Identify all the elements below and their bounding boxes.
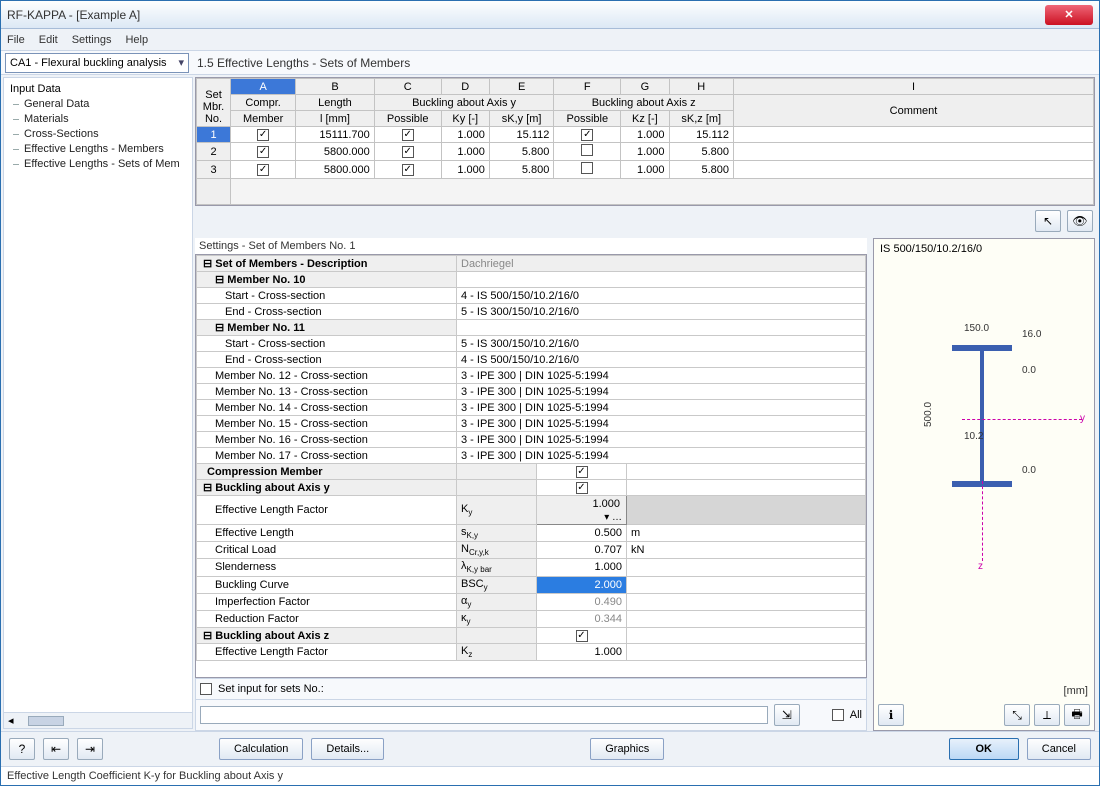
preview-title: IS 500/150/10.2/16/0 xyxy=(874,239,1094,259)
calculation-button[interactable]: Calculation xyxy=(219,738,303,760)
sidebar-scrollbar[interactable]: ◂ xyxy=(4,712,192,728)
export-icon[interactable]: ⇥ xyxy=(77,738,103,760)
col-E[interactable]: E xyxy=(489,79,553,95)
table-row[interactable]: 3 ✓ 5800.000 ✓ 1.000 5.800 1.000 5.800 xyxy=(197,161,1094,179)
close-button[interactable]: ✕ xyxy=(1045,5,1093,25)
titlebar: RF-KAPPA - [Example A] ✕ xyxy=(1,1,1099,29)
apply-sets-icon[interactable]: ⇲ xyxy=(774,704,800,726)
dim-icon[interactable]: ⟂ xyxy=(1034,704,1060,726)
col-G[interactable]: G xyxy=(621,79,669,95)
sidebar: Input Data General Data Materials Cross-… xyxy=(3,77,193,729)
menu-file[interactable]: File xyxy=(7,34,25,46)
tree-root[interactable]: Input Data xyxy=(10,82,186,97)
col-A[interactable]: A xyxy=(231,79,296,95)
footer: ? ⇤ ⇥ Calculation Details... Graphics OK… xyxy=(1,731,1099,766)
tree-item-general[interactable]: General Data xyxy=(10,97,186,112)
tree-item-materials[interactable]: Materials xyxy=(10,112,186,127)
loadcase-select[interactable]: CA1 - Flexural buckling analysis xyxy=(5,53,189,73)
settings-grid[interactable]: ⊟ Set of Members - DescriptionDachriegel… xyxy=(195,254,867,678)
table-row[interactable]: 1 ✓ 15111.700 ✓ 1.000 15.112 ✓ 1.000 15.… xyxy=(197,127,1094,143)
print-icon[interactable]: 🖶 xyxy=(1064,704,1090,726)
menu-settings[interactable]: Settings xyxy=(72,34,112,46)
settings-title: Settings - Set of Members No. 1 xyxy=(195,238,867,254)
col-B[interactable]: B xyxy=(296,79,375,95)
tree-item-eff-sets[interactable]: Effective Lengths - Sets of Mem xyxy=(10,157,186,172)
graphics-button[interactable]: Graphics xyxy=(590,738,664,760)
preview-panel: IS 500/150/10.2/16/0 150.0 16.0 500.0 10… xyxy=(873,238,1095,731)
window-title: RF-KAPPA - [Example A] xyxy=(7,8,1045,22)
set-input-field[interactable] xyxy=(200,706,768,724)
col-I[interactable]: I xyxy=(734,79,1094,95)
pick-icon[interactable]: ↖ xyxy=(1035,210,1061,232)
menu-help[interactable]: Help xyxy=(125,34,148,46)
ok-button[interactable]: OK xyxy=(949,738,1019,760)
tree-item-cross[interactable]: Cross-Sections xyxy=(10,127,186,142)
col-C[interactable]: C xyxy=(374,79,441,95)
set-input-row: Set input for sets No.: xyxy=(195,678,867,700)
axes-icon[interactable]: ⤡ xyxy=(1004,704,1030,726)
table-row[interactable]: 2 ✓ 5800.000 ✓ 1.000 5.800 1.000 5.800 xyxy=(197,143,1094,161)
nav-tree: Input Data General Data Materials Cross-… xyxy=(4,78,192,176)
info-icon[interactable]: ℹ xyxy=(878,704,904,726)
cross-section-icon xyxy=(952,345,1012,487)
help-icon[interactable]: ? xyxy=(9,738,35,760)
menu-edit[interactable]: Edit xyxy=(39,34,58,46)
cancel-button[interactable]: Cancel xyxy=(1027,738,1091,760)
main-grid[interactable]: Set Mbr.No. A B C D E F G H I Compr. Len… xyxy=(195,77,1095,206)
menubar: File Edit Settings Help xyxy=(1,29,1099,51)
eye-icon[interactable]: 👁 xyxy=(1067,210,1093,232)
ky-input[interactable] xyxy=(541,497,622,511)
tree-item-eff-members[interactable]: Effective Lengths - Members xyxy=(10,142,186,157)
col-H[interactable]: H xyxy=(669,79,733,95)
status-bar: Effective Length Coefficient K-y for Buc… xyxy=(1,766,1099,785)
section-title: 1.5 Effective Lengths - Sets of Members xyxy=(189,56,410,70)
col-D[interactable]: D xyxy=(441,79,489,95)
set-input-checkbox[interactable] xyxy=(200,683,212,695)
col-set: Set Mbr. xyxy=(203,89,224,113)
import-icon[interactable]: ⇤ xyxy=(43,738,69,760)
all-checkbox[interactable] xyxy=(832,709,844,721)
col-F[interactable]: F xyxy=(554,79,621,95)
details-button[interactable]: Details... xyxy=(311,738,384,760)
toolbar: CA1 - Flexural buckling analysis 1.5 Eff… xyxy=(1,51,1099,75)
